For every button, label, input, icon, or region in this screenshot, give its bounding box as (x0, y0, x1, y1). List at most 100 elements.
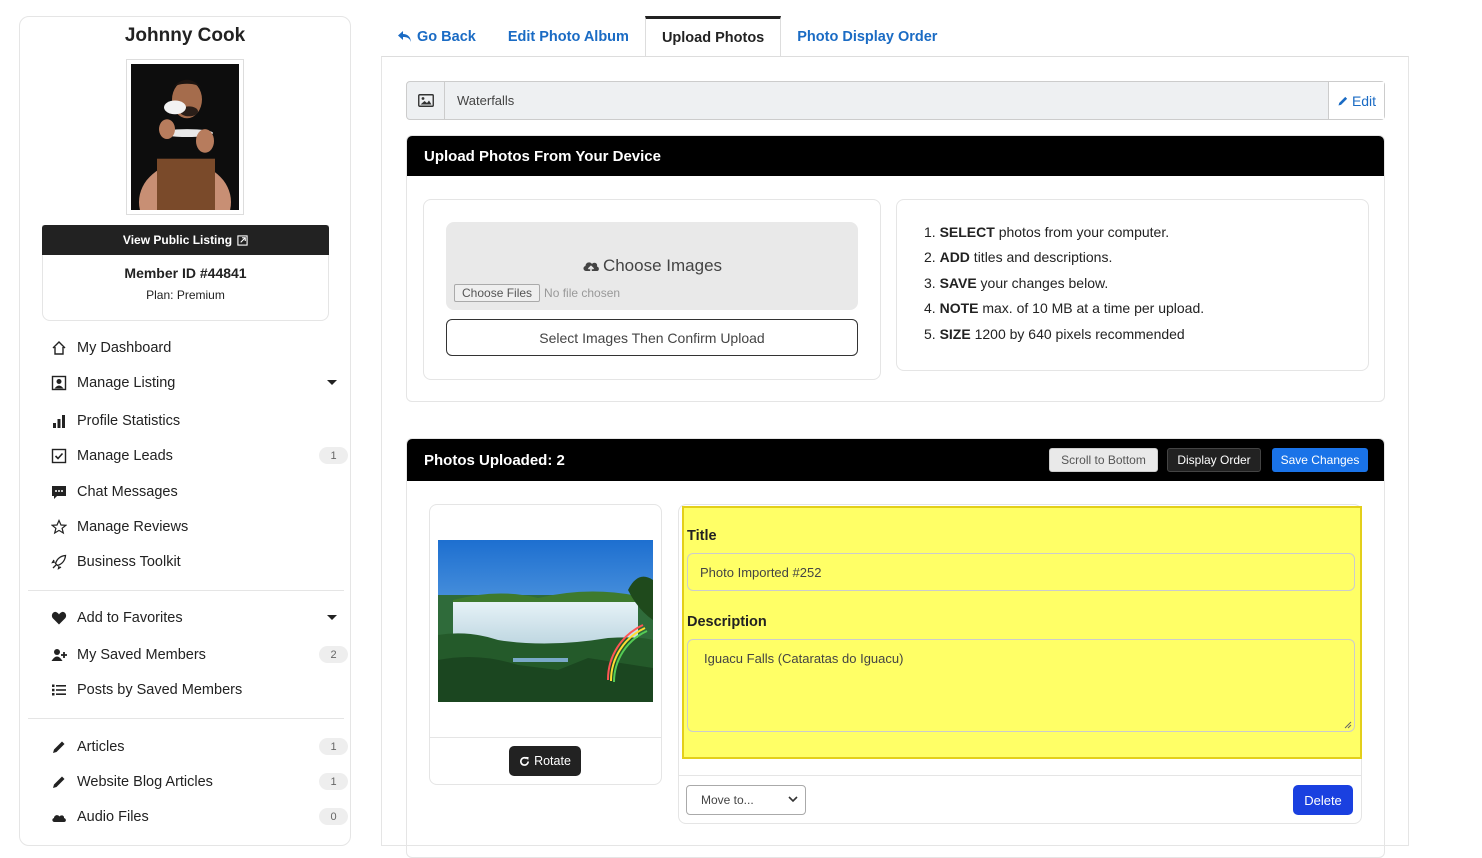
photos-count-title: Photos Uploaded: 2 (424, 451, 565, 469)
rotate-icon (520, 756, 530, 766)
confirm-upload-button[interactable]: Select Images Then Confirm Upload (446, 319, 858, 356)
nav-label: My Saved Members (77, 647, 206, 663)
image-icon (407, 82, 445, 119)
photo-details-card: Title Photo Imported #252 Description Ig… (678, 504, 1362, 824)
nav-audio-files[interactable]: Audio Files 0 (46, 804, 348, 830)
tab-label: Photo Display Order (797, 28, 938, 45)
move-to-select[interactable]: Move to... (686, 785, 806, 815)
sidebar-divider (28, 590, 344, 591)
description-textarea[interactable]: Iguacu Falls (Cataratas do Iguacu) (687, 639, 1355, 732)
display-order-button[interactable]: Display Order (1167, 448, 1261, 472)
nav-chat-messages[interactable]: Chat Messages (46, 479, 346, 505)
nav-label: Manage Leads (77, 448, 173, 464)
cloud-icon (50, 808, 68, 826)
instruction-item: 5. SIZE 1200 by 640 pixels recommended (924, 325, 1185, 342)
nav-label: Articles (77, 739, 125, 755)
nav-manage-reviews[interactable]: Manage Reviews (46, 514, 346, 540)
external-link-icon (237, 234, 248, 246)
nav-label: My Dashboard (77, 340, 172, 356)
nav-manage-leads[interactable]: Manage Leads 1 (46, 443, 348, 469)
save-changes-button[interactable]: Save Changes (1272, 448, 1368, 472)
nav-label: Manage Listing (77, 375, 176, 391)
nav-label: Add to Favorites (77, 610, 183, 626)
tab-photo-display-order[interactable]: Photo Display Order (781, 16, 953, 57)
nav-label: Manage Reviews (77, 519, 189, 535)
description-label: Description (687, 614, 767, 630)
tab-label: Upload Photos (661, 29, 765, 46)
nav-label: Business Toolkit (77, 554, 181, 570)
main-panel: Waterfalls Edit Upload Photos From Your … (381, 56, 1409, 858)
photos-header: Photos Uploaded: 2 Scroll to Bottom Disp… (407, 439, 1384, 481)
chevron-down-icon[interactable] (327, 380, 337, 385)
scroll-to-bottom-button[interactable]: Scroll to Bottom (1049, 448, 1158, 472)
nav-my-saved-members[interactable]: My Saved Members 2 (46, 642, 348, 668)
file-input[interactable]: Choose Files No file chosen (454, 284, 620, 302)
nav-my-dashboard[interactable]: My Dashboard (46, 335, 346, 361)
tab-label: Edit Photo Album (507, 28, 629, 45)
count-badge: 1 (319, 447, 348, 464)
album-name-bar: Waterfalls Edit (406, 81, 1385, 120)
photos-section: Photos Uploaded: 2 Scroll to Bottom Disp… (406, 438, 1385, 858)
nav-add-to-favorites[interactable]: Add to Favorites (46, 605, 346, 631)
form-divider (679, 775, 1361, 776)
nav-label: Posts by Saved Members (77, 682, 243, 698)
chevron-down-icon[interactable] (327, 615, 337, 620)
tab-go-back[interactable]: Go Back (381, 16, 492, 57)
bar-chart-icon (50, 412, 68, 430)
description-value: Iguacu Falls (Cataratas do Iguacu) (704, 651, 904, 666)
user-plus-icon (50, 646, 68, 664)
nav-website-blog-articles[interactable]: Website Blog Articles 1 (46, 769, 348, 795)
heart-icon (50, 609, 68, 627)
rotate-label: Rotate (534, 754, 571, 768)
pencil-icon (50, 773, 68, 791)
nav-label: Profile Statistics (77, 413, 181, 429)
view-public-listing-button[interactable]: View Public Listing (42, 225, 329, 255)
album-name: Waterfalls (457, 93, 515, 108)
instruction-item: 1. SELECT photos from your computer. (924, 224, 1170, 240)
rocket-icon (50, 553, 68, 571)
tab-upload-photos[interactable]: Upload Photos (644, 16, 782, 57)
nav-posts-by-saved-members[interactable]: Posts by Saved Members (46, 677, 346, 703)
title-input[interactable]: Photo Imported #252 (687, 553, 1355, 591)
tab-edit-photo-album[interactable]: Edit Photo Album (492, 16, 645, 57)
star-icon (50, 518, 68, 536)
pencil-icon (1338, 96, 1348, 105)
member-plan: Plan: Premium (146, 288, 225, 302)
instruction-item: 3. SAVE your changes below. (924, 274, 1109, 291)
resize-handle-icon[interactable] (1343, 720, 1352, 729)
checkbox-icon (50, 447, 68, 465)
delete-photo-button[interactable]: Delete (1293, 785, 1353, 815)
user-icon (50, 374, 68, 392)
member-id: Member ID #44841 (124, 265, 247, 281)
instruction-item: 2. ADD titles and descriptions. (924, 249, 1113, 266)
nav-profile-statistics[interactable]: Profile Statistics (46, 408, 346, 434)
no-file-text: No file chosen (544, 286, 621, 300)
home-icon (50, 339, 68, 357)
photo-thumbnail-card: Rotate (429, 504, 662, 785)
rotate-button[interactable]: Rotate (509, 746, 581, 776)
chevron-down-icon (788, 796, 798, 803)
choose-images-title: Choose Images (446, 256, 858, 276)
file-drop-zone[interactable]: Choose Images Choose Files No file chose… (446, 222, 858, 310)
nav-articles[interactable]: Articles 1 (46, 734, 348, 760)
cloud-upload-icon (583, 262, 599, 273)
title-label: Title (687, 528, 717, 544)
instruction-item: 4. NOTE max. of 10 MB at a time per uplo… (924, 300, 1205, 317)
thumbnail-divider (430, 737, 661, 738)
edit-album-button[interactable]: Edit (1328, 82, 1384, 119)
photo-form-highlight: Title Photo Imported #252 Description Ig… (682, 506, 1362, 759)
edit-label: Edit (1351, 92, 1377, 109)
upload-instructions: 1. SELECT photos from your computer. 2. … (896, 199, 1369, 371)
count-badge: 1 (319, 738, 348, 755)
upload-header: Upload Photos From Your Device (407, 136, 1384, 176)
nav-business-toolkit[interactable]: Business Toolkit (46, 549, 346, 575)
tab-bar: Go Back Edit Photo Album Upload Photos P… (381, 16, 953, 57)
nav-manage-listing[interactable]: Manage Listing (46, 370, 346, 396)
photo-thumbnail (438, 540, 653, 702)
nav-label: Website Blog Articles (77, 774, 213, 790)
member-name: Johnny Cook (124, 25, 246, 46)
list-icon (50, 681, 68, 699)
nav-label: Chat Messages (77, 484, 178, 500)
choose-files-button[interactable]: Choose Files (454, 284, 541, 302)
sidebar: Johnny Cook View Public Listing Member I… (19, 16, 351, 846)
